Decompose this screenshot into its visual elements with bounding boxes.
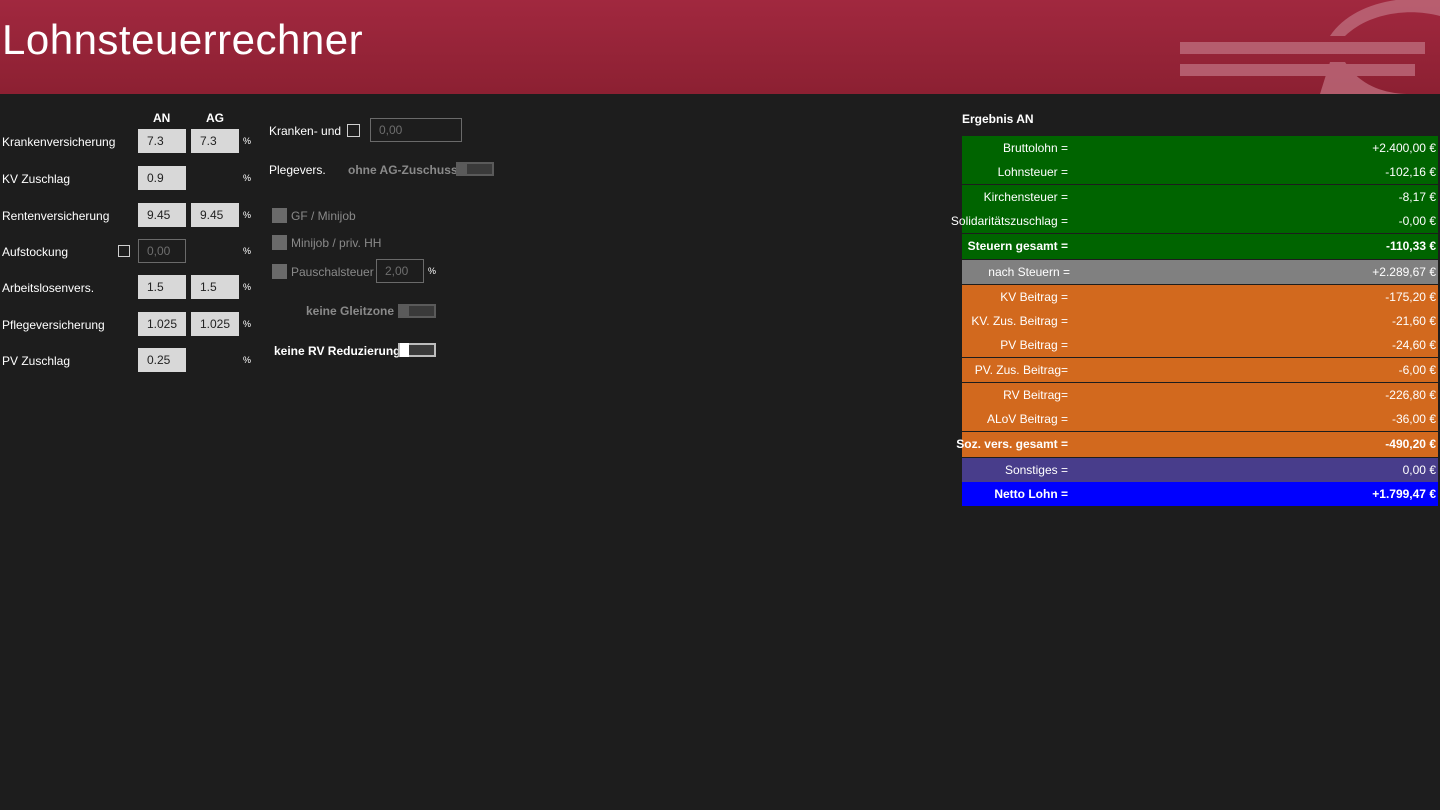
result-value: 0,00 € [1402,463,1436,477]
result-label: nach Steuern = [988,265,1070,279]
pauschalsteuer-checkbox[interactable] [272,264,287,279]
result-value: -0,00 € [1398,214,1436,228]
gf-minijob-checkbox[interactable] [272,208,287,223]
result-value: -175,20 € [1385,290,1436,304]
aufstockung-checkbox[interactable] [118,245,130,257]
result-row-kirchensteuer: Kirchensteuer = -8,17 € [962,185,1438,209]
result-label: RV Beitrag= [1003,388,1068,402]
kranken-label: Kranken- und [269,124,342,138]
result-label: PV. Zus. Beitrag= [974,363,1068,377]
result-row-nach-steuern: nach Steuern = +2.289,67 € [962,260,1438,284]
aufstockung-label: Aufstockung [2,245,69,259]
result-row-rv-beitrag: RV Beitrag= -226,80 € [962,383,1438,407]
app-header: Lohnsteuerrechner [0,0,1440,94]
result-label: Bruttolohn = [1002,141,1068,155]
result-value: -24,60 € [1391,338,1436,352]
result-value: +2.289,67 € [1372,265,1436,279]
pauschalsteuer-input[interactable]: 2,00 [376,259,424,283]
result-label: Kirchensteuer = [983,190,1068,204]
pv-an-input[interactable]: 1.025 [138,312,186,336]
result-value: -36,00 € [1391,412,1436,426]
euro-icon [1180,0,1440,94]
kranken-checkbox[interactable] [347,124,360,137]
minijob-hh-label: Minijob / priv. HH [291,236,382,250]
percent-label: % [243,355,252,365]
column-header-an: AN [153,111,171,125]
percent-label: % [428,266,437,276]
percent-label: % [243,282,252,292]
result-label: ALoV Beitrag = [986,412,1068,426]
alv-label: Arbeitslosenvers. [2,281,95,295]
result-label: KV Beitrag = [1000,290,1068,304]
result-row-alov-beitrag: ALoV Beitrag = -36,00 € [962,407,1438,431]
pv-zuschlag-input[interactable]: 0.25 [138,348,186,372]
result-value: -226,80 € [1385,388,1436,402]
result-row-bruttolohn: Bruttolohn = +2.400,00 € [962,136,1438,160]
result-title: Ergebnis AN [962,112,1034,126]
result-value: -490,20 € [1385,437,1436,451]
kv-zuschlag-label: KV Zuschlag [2,172,71,186]
result-label: Steuern gesamt = [967,239,1068,253]
result-row-pv-zus-beitrag: PV. Zus. Beitrag= -6,00 € [962,358,1438,382]
kv-label: Krankenversicherung [2,135,116,149]
percent-label: % [243,210,252,220]
result-value: +2.400,00 € [1372,141,1436,155]
result-label: Soz. vers. gesamt = [956,437,1068,451]
rv-reduzierung-label: keine RV Reduzierung [274,344,401,358]
result-row-sonstiges: Sonstiges = 0,00 € [962,458,1438,482]
result-value: -102,16 € [1385,165,1436,179]
toggle-knob [400,304,409,318]
pv-zuschlag-label: PV Zuschlag [2,354,71,368]
alv-ag-input[interactable]: 1.5 [191,275,239,299]
result-value: +1.799,47 € [1372,487,1436,501]
result-row-steuern-gesamt: Steuern gesamt = -110,33 € [962,234,1438,259]
rv-ag-input[interactable]: 9.45 [191,203,239,227]
toggle-knob [400,343,409,357]
result-label: KV. Zus. Beitrag = [971,314,1068,328]
rv-an-input[interactable]: 9.45 [138,203,186,227]
minijob-hh-checkbox[interactable] [272,235,287,250]
percent-label: % [243,319,252,329]
aufstockung-input[interactable]: 0,00 [138,239,186,263]
gf-minijob-label: GF / Minijob [291,209,356,223]
result-row-soli: Solidaritätszuschlag = -0,00 € [951,209,1438,233]
app-title: Lohnsteuerrechner [2,16,364,63]
percent-label: % [243,173,252,183]
result-label: Lohnsteuer = [997,165,1068,179]
result-value: -110,33 € [1385,239,1436,253]
pflege-label: Plegevers. [269,163,326,177]
result-row-netto-lohn: Netto Lohn = +1.799,47 € [962,482,1438,506]
result-row-pv-beitrag: PV Beitrag = -24,60 € [962,333,1438,357]
pv-ag-input[interactable]: 1.025 [191,312,239,336]
result-value: -8,17 € [1398,190,1436,204]
result-label: Sonstiges = [1004,463,1068,477]
result-label: PV Beitrag = [1000,338,1068,352]
percent-label: % [243,246,252,256]
pauschalsteuer-label: Pauschalsteuer [291,265,374,279]
gleitzone-toggle[interactable] [398,304,436,318]
result-row-kv-beitrag: KV Beitrag = -175,20 € [962,285,1438,309]
percent-label: % [243,136,252,146]
alv-an-input[interactable]: 1.5 [138,275,186,299]
ohne-ag-zuschuss-label: ohne AG-Zuschuss [348,163,458,177]
rv-label: Rentenversicherung [2,209,110,223]
column-header-ag: AG [206,111,224,125]
pv-label: Pflegeversicherung [2,318,105,332]
toggle-knob [458,162,467,176]
result-label: Netto Lohn = [994,487,1068,501]
result-row-soz-vers-gesamt: Soz. vers. gesamt = -490,20 € [956,432,1438,457]
result-value: -6,00 € [1398,363,1436,377]
result-row-kv-zus-beitrag: KV. Zus. Beitrag = -21,60 € [962,309,1438,333]
kv-an-input[interactable]: 7.3 [138,129,186,153]
rv-reduzierung-toggle[interactable] [398,343,436,357]
kv-ag-input[interactable]: 7.3 [191,129,239,153]
result-value: -21,60 € [1391,314,1436,328]
ohne-ag-zuschuss-toggle[interactable] [456,162,494,176]
kv-zuschlag-input[interactable]: 0.9 [138,166,186,190]
kranken-input[interactable]: 0,00 [370,118,462,142]
gleitzone-label: keine Gleitzone [306,304,395,318]
result-label: Solidaritätszuschlag = [950,214,1068,228]
result-row-lohnsteuer: Lohnsteuer = -102,16 € [962,160,1438,184]
